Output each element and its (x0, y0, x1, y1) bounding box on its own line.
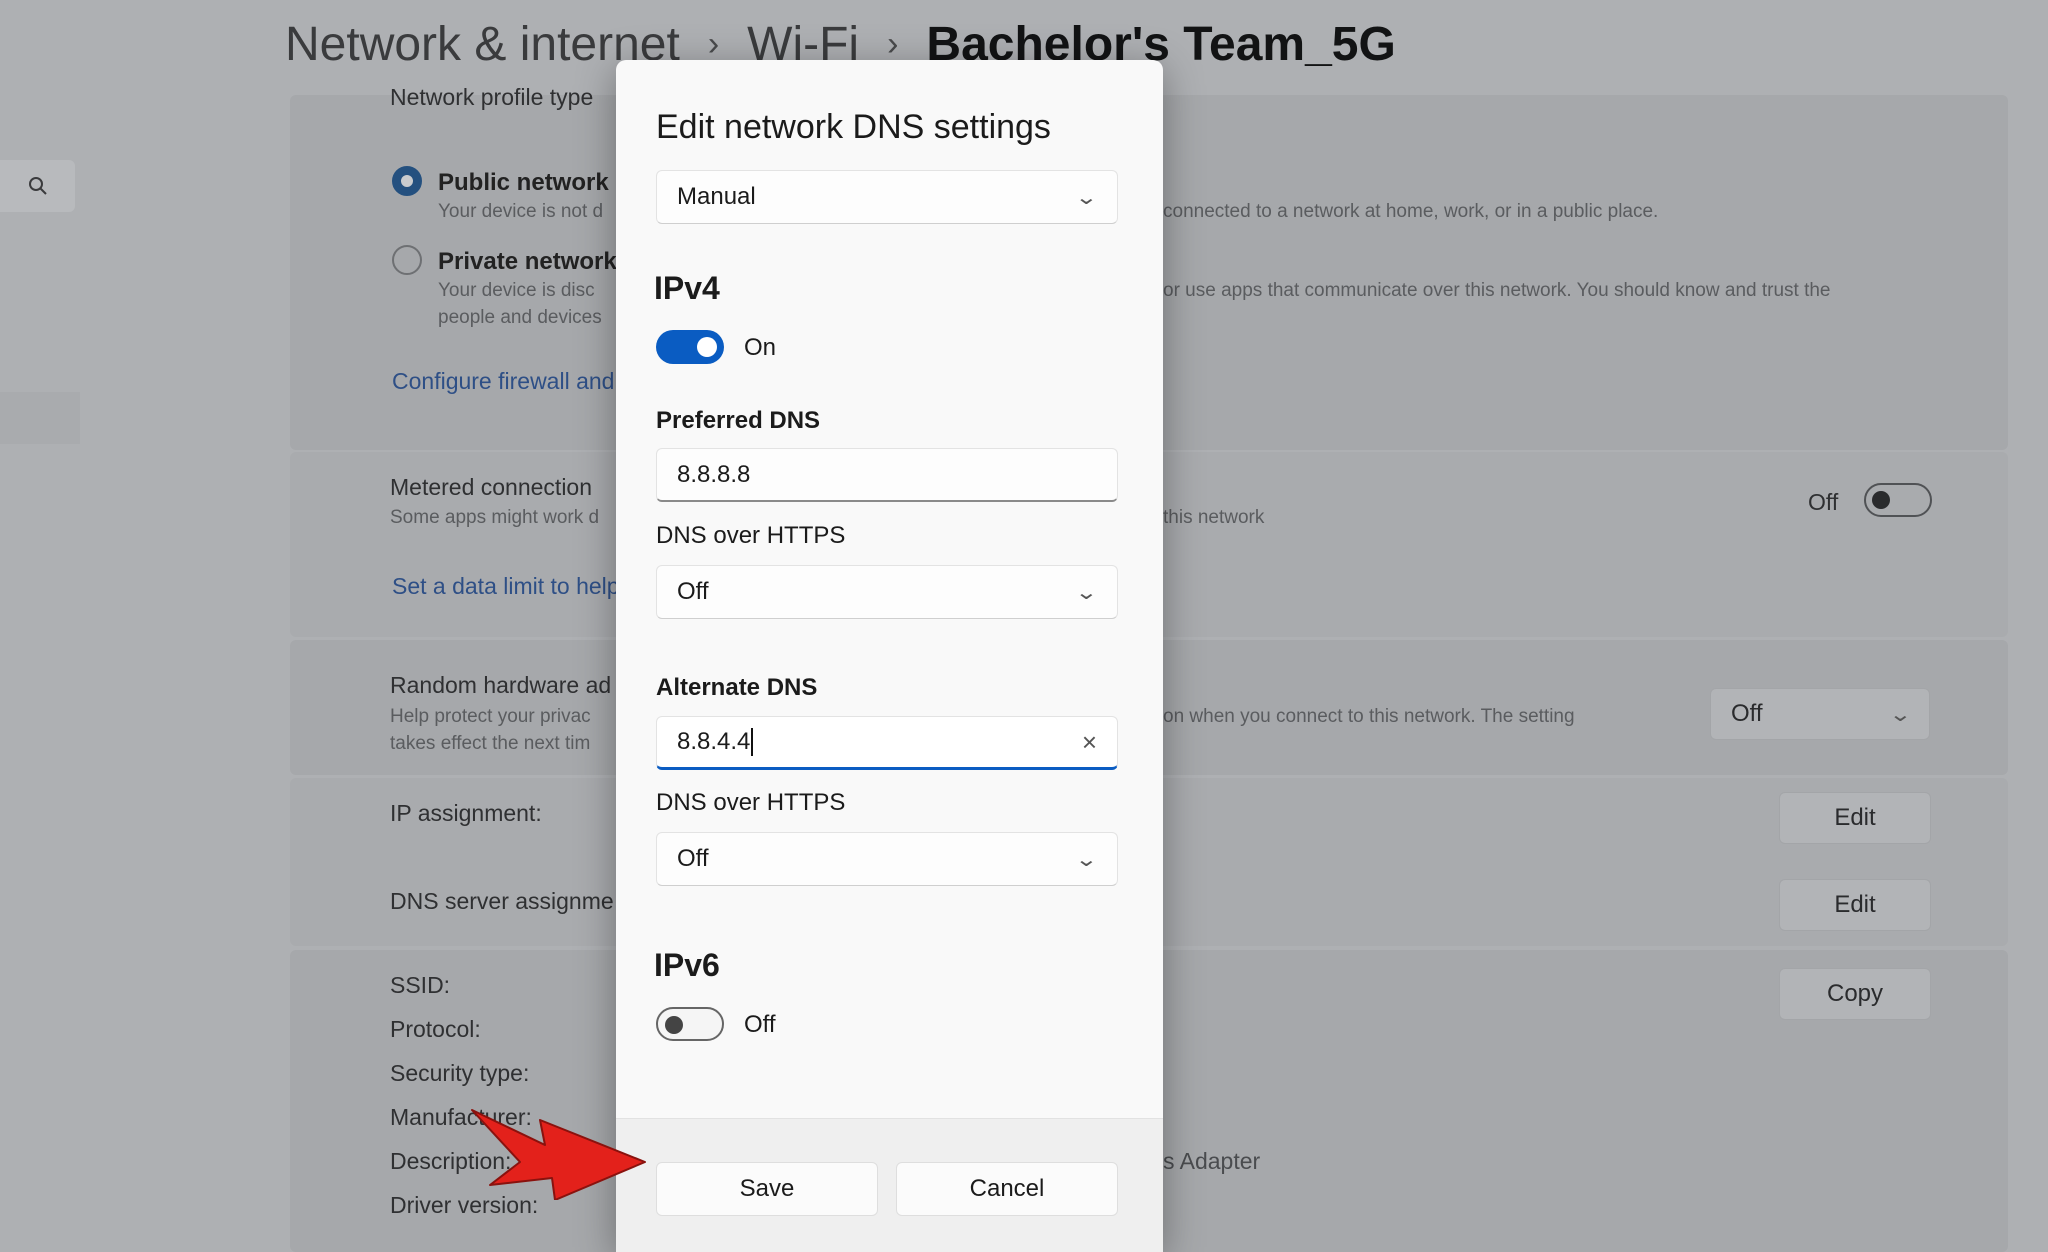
ipv4-toggle[interactable] (656, 330, 724, 364)
private-network-desc-right: or use apps that communicate over this n… (1163, 280, 1831, 301)
random-hardware-desc-right: on when you connect to this network. The… (1163, 706, 1575, 727)
copy-button[interactable]: Copy (1779, 968, 1931, 1020)
save-button[interactable]: Save (656, 1162, 878, 1216)
edit-dns-dialog: Edit network DNS settings Manual ⌄ IPv4 … (616, 60, 1163, 1252)
ipv4-heading: IPv4 (654, 270, 720, 306)
chevron-down-icon: ⌄ (1074, 848, 1099, 871)
dns-mode-value: Manual (677, 183, 756, 210)
private-network-label: Private network (438, 248, 617, 275)
chevron-down-icon: ⌄ (1074, 186, 1099, 209)
clear-icon[interactable]: × (1082, 727, 1097, 758)
description-value: s Adapter (1163, 1148, 1261, 1174)
cancel-button[interactable]: Cancel (896, 1162, 1118, 1216)
dns-mode-select[interactable]: Manual ⌄ (656, 170, 1118, 224)
public-network-radio[interactable] (392, 166, 422, 196)
dns-assignment-label: DNS server assignme (390, 888, 614, 914)
alternate-dns-input[interactable]: 8.8.4.4 × (656, 716, 1118, 770)
search-icon (28, 177, 47, 195)
ssid-label: SSID: (390, 972, 451, 998)
preferred-doh-value: Off (677, 578, 709, 605)
metered-connection-title: Metered connection (390, 474, 593, 500)
breadcrumb-separator-icon: › (707, 24, 720, 63)
preferred-dns-label: Preferred DNS (656, 407, 821, 434)
preferred-doh-select[interactable]: Off ⌄ (656, 565, 1118, 619)
random-hardware-select-value: Off (1731, 700, 1763, 727)
ipv6-heading: IPv6 (654, 947, 720, 983)
private-network-radio[interactable] (392, 245, 422, 275)
preferred-doh-label: DNS over HTTPS (656, 522, 846, 549)
configure-firewall-link[interactable]: Configure firewall and (392, 368, 614, 395)
private-network-desc: Your device is disc (438, 280, 595, 301)
alternate-doh-label: DNS over HTTPS (656, 789, 846, 816)
alternate-doh-select[interactable]: Off ⌄ (656, 832, 1118, 886)
sidebar-search-button[interactable] (0, 160, 75, 212)
alternate-dns-value: 8.8.4.4 (677, 727, 751, 755)
ipv6-toggle[interactable] (656, 1007, 724, 1041)
public-network-label: Public network ( (438, 169, 624, 196)
public-network-desc-right: connected to a network at home, work, or… (1163, 201, 1659, 222)
private-network-desc-2: people and devices (438, 307, 602, 328)
dns-assignment-edit-button[interactable]: Edit (1779, 879, 1931, 931)
ipv4-toggle-label: On (744, 334, 777, 361)
chevron-down-icon: ⌄ (1888, 703, 1913, 726)
profile-type-heading: Network profile type (390, 84, 594, 110)
metered-toggle-label: Off (1808, 489, 1839, 515)
metered-connection-desc: Some apps might work d (390, 507, 600, 528)
random-hardware-title: Random hardware ad (390, 672, 612, 698)
security-type-label: Security type: (390, 1060, 530, 1086)
breadcrumb-separator-icon: › (887, 24, 899, 63)
preferred-dns-input[interactable]: 8.8.8.8 (656, 448, 1118, 502)
red-arrow-annotation (471, 1109, 646, 1200)
sidebar-selected-item[interactable] (0, 392, 80, 444)
preferred-dns-value: 8.8.8.8 (677, 460, 751, 488)
ip-assignment-edit-button[interactable]: Edit (1779, 792, 1931, 844)
random-hardware-desc: Help protect your privac (390, 706, 591, 727)
public-network-desc: Your device is not d (438, 201, 604, 222)
dialog-title: Edit network DNS settings (656, 108, 1051, 146)
random-hardware-desc-2: takes effect the next tim (390, 733, 591, 754)
alternate-dns-label: Alternate DNS (656, 674, 818, 701)
alternate-doh-value: Off (677, 845, 709, 872)
ipv6-toggle-label: Off (744, 1011, 776, 1038)
random-hardware-select[interactable]: Off ⌄ (1710, 688, 1930, 740)
ip-assignment-label: IP assignment: (390, 800, 542, 826)
metered-connection-toggle[interactable] (1864, 483, 1932, 517)
protocol-label: Protocol: (390, 1016, 481, 1042)
data-limit-link[interactable]: Set a data limit to help (392, 573, 620, 600)
chevron-down-icon: ⌄ (1074, 581, 1099, 604)
text-caret (751, 728, 754, 757)
metered-connection-desc-right: this network (1163, 507, 1265, 528)
